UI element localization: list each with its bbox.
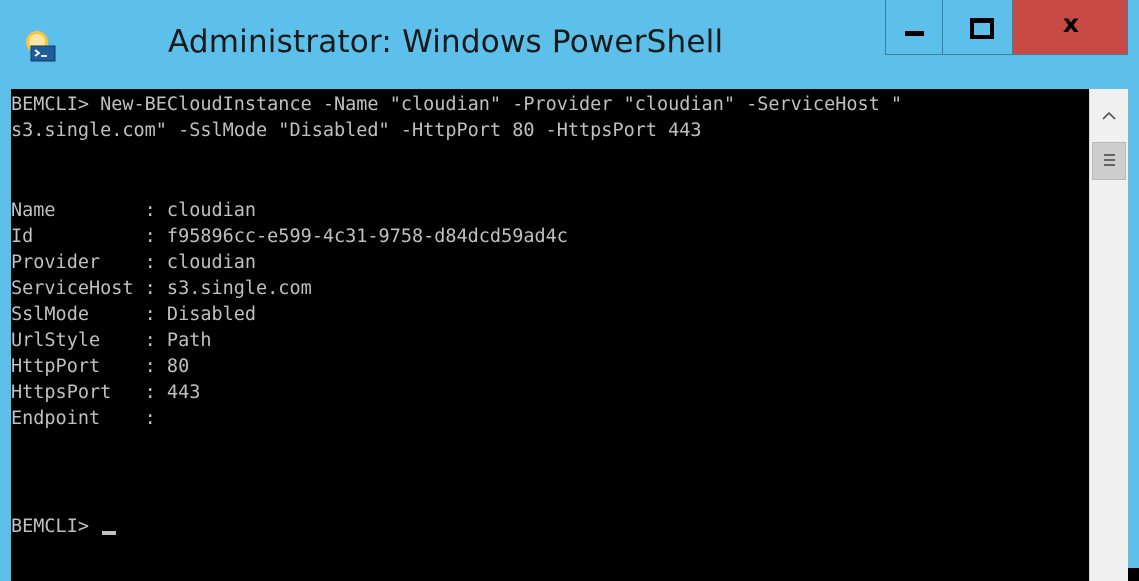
console-line: Id : f95896cc-e599-4c31-9758-d84dcd59ad4… [11, 226, 568, 247]
vertical-scrollbar[interactable] [1089, 89, 1128, 581]
console-line: HttpsPort : 443 [11, 382, 201, 403]
console-line: HttpPort : 80 [11, 356, 190, 377]
text-cursor [102, 531, 117, 535]
close-button[interactable]: x [1012, 0, 1128, 55]
console-line: Provider : cloudian [11, 252, 257, 273]
console-line: BEMCLI> New-BECloudInstance -Name "cloud… [11, 94, 903, 115]
prompt-text: BEMCLI> [11, 516, 101, 537]
title-bar[interactable]: Administrator: Windows PowerShell x [0, 0, 1139, 89]
close-icon: x [1062, 9, 1080, 38]
powershell-window: Administrator: Windows PowerShell x BEMC… [0, 0, 1139, 581]
console-prompt-line[interactable]: BEMCLI> [11, 514, 117, 540]
grip-icon [1104, 164, 1115, 166]
scroll-thumb[interactable] [1092, 142, 1126, 180]
console-line: ServiceHost : s3.single.com [11, 278, 312, 299]
console-line: s3.single.com" -SslMode "Disabled" -Http… [11, 120, 702, 141]
chevron-up-icon[interactable] [1090, 103, 1128, 129]
console-line: UrlStyle : Path [11, 330, 212, 351]
resize-grip-icon[interactable] [1128, 568, 1139, 581]
maximize-button[interactable] [942, 0, 1012, 55]
minimize-button[interactable] [885, 0, 942, 55]
powershell-icon [26, 31, 56, 62]
grip-icon [1104, 154, 1115, 156]
console-line: SslMode : Disabled [11, 304, 257, 325]
window-title: Administrator: Windows PowerShell [168, 24, 724, 60]
window-border [1128, 0, 1139, 581]
minimize-icon [905, 31, 924, 36]
console-line: Endpoint : [11, 408, 156, 429]
console-line: Name : cloudian [11, 200, 257, 221]
maximize-icon [970, 18, 994, 39]
grip-icon [1104, 159, 1115, 161]
console-output[interactable]: BEMCLI> New-BECloudInstance -Name "cloud… [11, 89, 1089, 581]
